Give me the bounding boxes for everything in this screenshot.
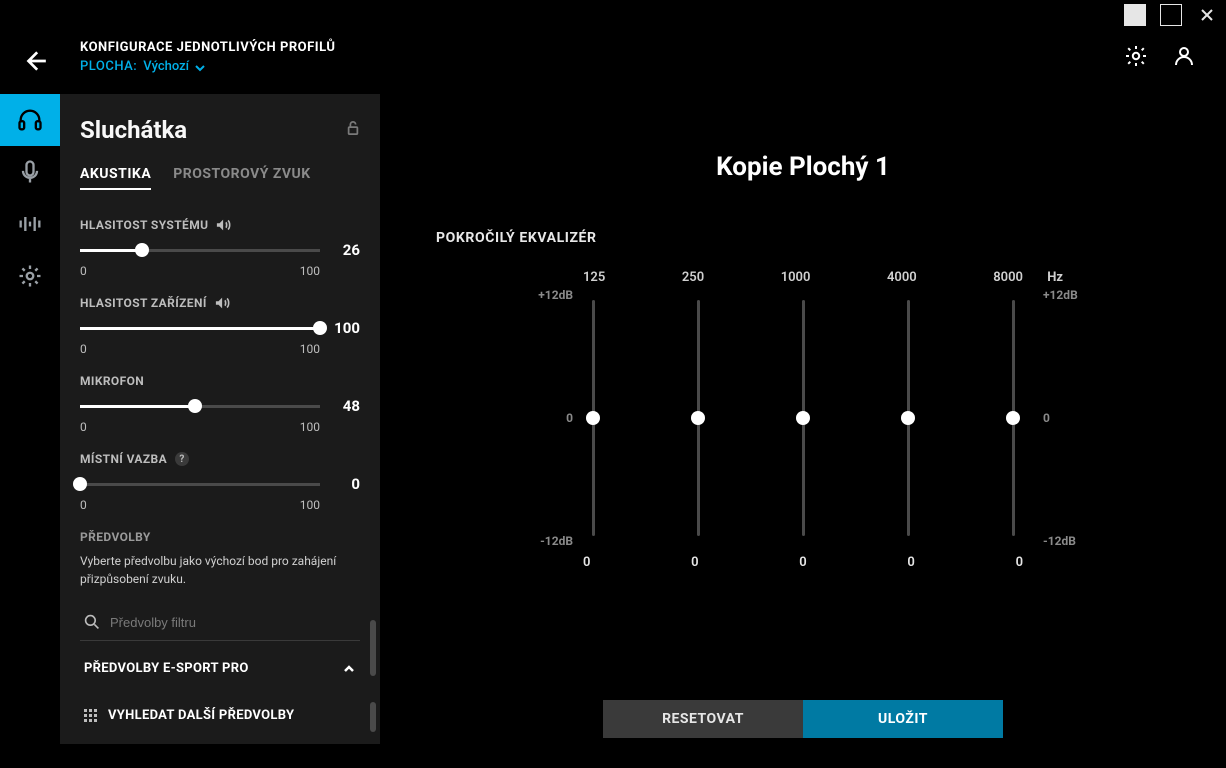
- eq-band-slider-250[interactable]: [697, 300, 700, 536]
- window-maximize-button[interactable]: [1160, 4, 1182, 26]
- reset-button[interactable]: RESETOVAT: [603, 700, 803, 738]
- slider-min: 0: [80, 498, 87, 512]
- tab-surround[interactable]: PROSTOROVÝ ZVUK: [173, 166, 310, 190]
- preset-search[interactable]: [80, 604, 360, 641]
- chevron-down-icon: [195, 62, 205, 72]
- lock-icon[interactable]: [346, 120, 360, 140]
- db-label: -12dB: [1043, 534, 1103, 548]
- scrollbar-thumb[interactable]: [370, 702, 376, 732]
- page-title: KONFIGURACE JEDNOTLIVÝCH PROFILŮ: [80, 40, 335, 55]
- eq-freq-label: 250: [682, 270, 704, 285]
- slider-min: 0: [80, 264, 87, 278]
- window-close-button[interactable]: [1196, 4, 1218, 26]
- grid-icon: [84, 709, 98, 722]
- db-label: +12dB: [1043, 288, 1103, 302]
- window-minimize-button[interactable]: [1124, 4, 1146, 26]
- tab-lighting[interactable]: [0, 250, 60, 302]
- search-icon: [84, 614, 100, 630]
- slider-min: 0: [80, 342, 87, 356]
- sidebar-panel: Sluchátka AKUSTIKA PROSTOROVÝ ZVUK HLASI…: [60, 94, 380, 744]
- volume-icon: [216, 218, 232, 232]
- eq-freq-label: 4000: [887, 270, 917, 285]
- sidetone-slider[interactable]: [80, 483, 320, 486]
- tab-microphone[interactable]: [0, 146, 60, 198]
- preset-row-label: PŘEDVOLBY E-SPORT PRO: [84, 661, 249, 676]
- tab-equalizer[interactable]: [0, 198, 60, 250]
- tab-acoustics[interactable]: AKUSTIKA: [80, 166, 151, 190]
- slider-label-system-volume: HLASITOST SYSTÉMU: [80, 218, 208, 232]
- preset-row-label: VYHLEDAT DALŠÍ PŘEDVOLBY: [108, 708, 294, 723]
- eq-freq-label: 8000: [993, 270, 1023, 285]
- microphone-value: 48: [330, 397, 360, 415]
- slider-label-sidetone: MÍSTNÍ VAZBA: [80, 452, 167, 466]
- eq-band-value: 0: [583, 555, 590, 570]
- back-button[interactable]: [22, 48, 48, 74]
- slider-label-device-volume: HLASITOST ZAŘÍZENÍ: [80, 296, 207, 310]
- sidetone-value: 0: [330, 475, 360, 493]
- hz-label: Hz: [1047, 270, 1063, 285]
- scrollbar-thumb[interactable]: [370, 620, 376, 676]
- db-label: -12dB: [513, 534, 573, 548]
- equalizer-grid: 125 250 1000 4000 8000 Hz +12dB 0 -12dB …: [533, 270, 1073, 570]
- device-volume-value: 100: [330, 319, 360, 337]
- preset-row-find-more[interactable]: VYHLEDAT DALŠÍ PŘEDVOLBY: [80, 692, 360, 739]
- eq-band-slider-125[interactable]: [592, 300, 595, 536]
- slider-max: 100: [300, 342, 320, 356]
- eq-freq-label: 1000: [781, 270, 811, 285]
- eq-band-value: 0: [907, 555, 914, 570]
- system-volume-value: 26: [330, 241, 360, 259]
- db-label: 0: [1043, 411, 1103, 425]
- slider-max: 100: [300, 264, 320, 278]
- profile-selector[interactable]: PLOCHA: Výchozí: [80, 59, 335, 74]
- help-icon[interactable]: ?: [175, 452, 189, 466]
- slider-label-microphone: MIKROFON: [80, 374, 144, 388]
- save-button[interactable]: ULOŽIT: [803, 700, 1003, 738]
- slider-min: 0: [80, 420, 87, 434]
- eq-section-label: POKROČILÝ EKVALIZÉR: [436, 230, 1176, 246]
- tab-headset[interactable]: [0, 94, 60, 146]
- chevron-up-icon: [342, 662, 356, 676]
- eq-band-value: 0: [1016, 555, 1023, 570]
- device-volume-slider[interactable]: [80, 327, 320, 330]
- preset-row-esport[interactable]: PŘEDVOLBY E-SPORT PRO: [80, 645, 360, 692]
- eq-band-slider-1000[interactable]: [802, 300, 805, 536]
- presets-heading: PŘEDVOLBY: [80, 530, 360, 544]
- presets-description: Vyberte předvolbu jako výchozí bod pro z…: [80, 552, 360, 588]
- microphone-slider[interactable]: [80, 405, 320, 408]
- eq-title: Kopie Plochý 1: [430, 152, 1176, 182]
- settings-button[interactable]: [1124, 44, 1148, 72]
- eq-freq-label: 125: [583, 270, 605, 285]
- preset-search-input[interactable]: [110, 615, 356, 630]
- eq-band-slider-8000[interactable]: [1012, 300, 1015, 536]
- sidebar-title: Sluchátka: [80, 116, 187, 144]
- profile-value: Výchozí: [143, 59, 189, 74]
- account-button[interactable]: [1172, 44, 1196, 72]
- db-label: +12dB: [513, 288, 573, 302]
- slider-max: 100: [300, 498, 320, 512]
- slider-max: 100: [300, 420, 320, 434]
- eq-band-value: 0: [799, 555, 806, 570]
- db-label: 0: [513, 411, 573, 425]
- system-volume-slider[interactable]: [80, 249, 320, 252]
- profile-label: PLOCHA:: [80, 59, 137, 74]
- eq-band-slider-4000[interactable]: [907, 300, 910, 536]
- volume-icon: [215, 296, 231, 310]
- preset-row-default[interactable]: VÝCHOZÍ: [80, 739, 360, 744]
- eq-band-value: 0: [691, 555, 698, 570]
